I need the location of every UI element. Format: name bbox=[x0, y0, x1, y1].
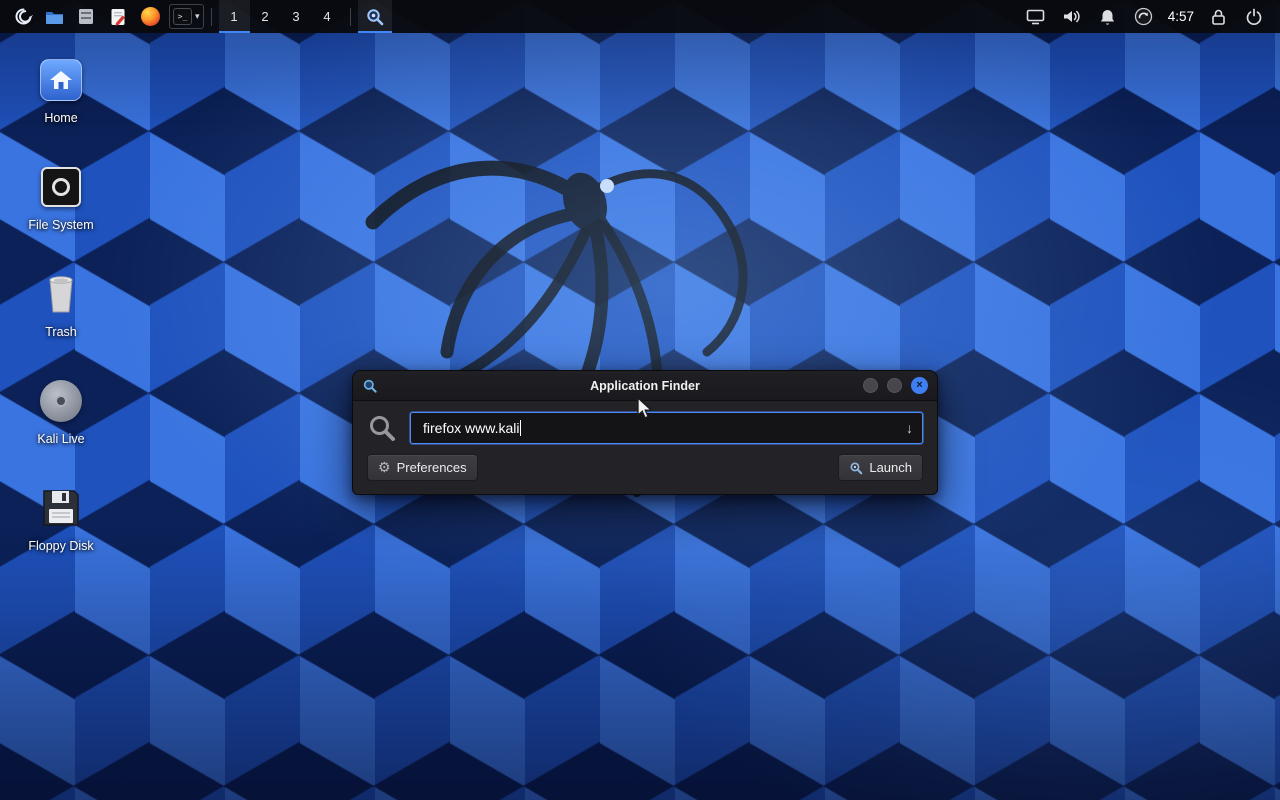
kali-logo-icon bbox=[13, 6, 34, 27]
desktop-icon-floppy-disk[interactable]: Floppy Disk bbox=[10, 484, 112, 553]
update-orb-icon bbox=[1134, 7, 1153, 26]
maximize-button[interactable] bbox=[887, 378, 902, 393]
file-manager-icon bbox=[45, 9, 64, 25]
text-editor-icon bbox=[110, 8, 126, 26]
workspace-2-button[interactable]: 2 bbox=[250, 0, 281, 33]
workspace-1-button[interactable]: 1 bbox=[219, 0, 250, 33]
volume-tray-button[interactable] bbox=[1054, 0, 1090, 33]
window-body: firefox www.kali ↓ ⚙ Preferences Launch bbox=[353, 401, 937, 494]
desktop-icon-label: Home bbox=[44, 111, 77, 125]
application-finder-window: Application Finder × firefox www.kali ↓ bbox=[352, 370, 938, 495]
desktop-icon-home[interactable]: Home bbox=[10, 56, 112, 125]
workspace-4-button[interactable]: 4 bbox=[312, 0, 343, 33]
launch-button-label: Launch bbox=[869, 460, 912, 475]
gear-icon: ⚙ bbox=[378, 459, 391, 476]
terminal-icon: >_ bbox=[173, 8, 192, 25]
desktop-icon-file-system[interactable]: File System bbox=[10, 163, 112, 232]
power-icon bbox=[1245, 8, 1263, 26]
desktop-icon-kali-live[interactable]: Kali Live bbox=[10, 377, 112, 446]
notifications-tray-button[interactable] bbox=[1090, 0, 1126, 33]
terminal-launcher[interactable]: >_ ▾ bbox=[169, 4, 204, 29]
desktop-icon-label: Trash bbox=[45, 325, 77, 339]
window-title: Application Finder bbox=[353, 379, 937, 393]
entry-dropdown-arrow-icon[interactable]: ↓ bbox=[906, 420, 913, 436]
top-panel: >_ ▾ 1 2 3 4 bbox=[0, 0, 1280, 33]
close-button[interactable]: × bbox=[911, 377, 928, 394]
file-system-icon bbox=[41, 167, 81, 207]
home-icon bbox=[40, 59, 82, 101]
search-input-value: firefox www.kali bbox=[423, 420, 519, 436]
taskbar-application-finder[interactable] bbox=[358, 0, 392, 33]
firefox-icon bbox=[141, 7, 160, 26]
preferences-button[interactable]: ⚙ Preferences bbox=[367, 454, 478, 481]
text-editor-launcher[interactable] bbox=[102, 0, 134, 33]
display-icon bbox=[1026, 9, 1045, 25]
trash-icon bbox=[41, 272, 81, 316]
floppy-icon bbox=[40, 487, 82, 529]
desktop-icon-trash[interactable]: Trash bbox=[10, 270, 112, 339]
preferences-button-label: Preferences bbox=[397, 460, 467, 475]
system-tray: 4:57 bbox=[1018, 0, 1272, 33]
kali-menu-button[interactable] bbox=[8, 0, 38, 33]
text-caret bbox=[520, 420, 521, 436]
file-cabinet-icon bbox=[78, 8, 94, 25]
firefox-launcher[interactable] bbox=[134, 0, 166, 33]
panel-separator bbox=[211, 8, 212, 26]
workspace-3-button[interactable]: 3 bbox=[281, 0, 312, 33]
screen-lock-tray-button[interactable] bbox=[1200, 0, 1236, 33]
display-tray-button[interactable] bbox=[1018, 0, 1054, 33]
minimize-button[interactable] bbox=[863, 378, 878, 393]
desktop-screen: >_ ▾ 1 2 3 4 bbox=[0, 0, 1280, 800]
desktop-icon-label: Floppy Disk bbox=[28, 539, 93, 553]
window-app-icon bbox=[362, 378, 378, 394]
logout-tray-button[interactable] bbox=[1236, 0, 1272, 33]
bell-icon bbox=[1099, 8, 1116, 26]
clock[interactable]: 4:57 bbox=[1162, 0, 1200, 33]
desktop-icon-label: Kali Live bbox=[37, 432, 84, 446]
desktop-icon-label: File System bbox=[28, 218, 93, 232]
file-cabinet-launcher[interactable] bbox=[70, 0, 102, 33]
file-manager-launcher[interactable] bbox=[38, 0, 70, 33]
disc-icon bbox=[40, 380, 82, 422]
search-icon bbox=[367, 413, 397, 443]
speaker-icon bbox=[1062, 8, 1081, 25]
launch-icon bbox=[849, 461, 863, 475]
titlebar[interactable]: Application Finder × bbox=[353, 371, 937, 401]
chevron-down-icon[interactable]: ▾ bbox=[195, 11, 200, 22]
panel-separator bbox=[350, 8, 351, 26]
app-finder-icon bbox=[365, 7, 385, 27]
search-input[interactable]: firefox www.kali ↓ bbox=[410, 412, 923, 444]
lock-icon bbox=[1211, 8, 1226, 26]
launch-button[interactable]: Launch bbox=[838, 454, 923, 481]
update-status-tray-button[interactable] bbox=[1126, 0, 1162, 33]
